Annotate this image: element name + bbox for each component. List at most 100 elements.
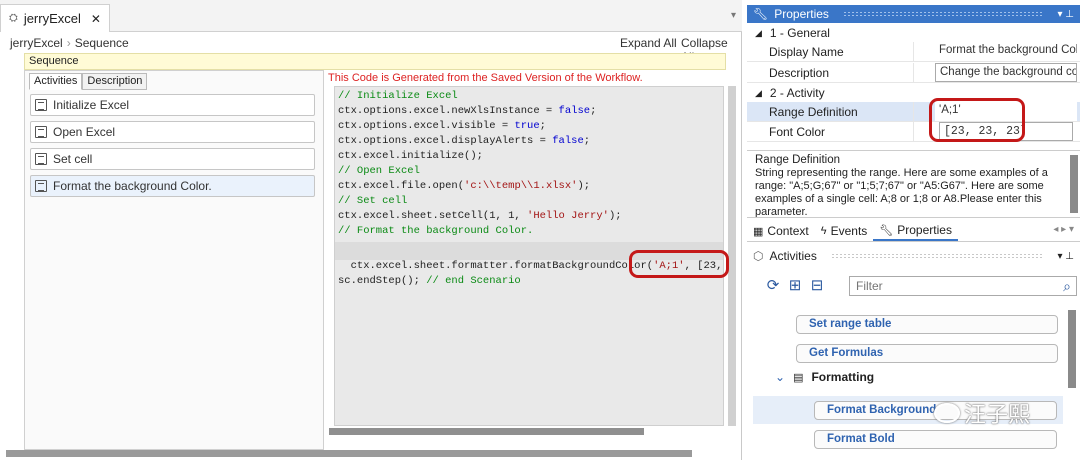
chevron-down-icon[interactable]: ▾ xyxy=(731,10,736,21)
code-line: // Open Excel xyxy=(338,165,420,177)
section-activity[interactable]: ◢ 2 - Activity xyxy=(747,84,1080,102)
refresh-icon[interactable]: ⟳ xyxy=(765,278,781,294)
step-set-cell[interactable]: Set cell xyxy=(30,148,315,170)
activities-scrollbar[interactable] xyxy=(1068,310,1076,388)
description-input[interactable]: Change the background color xyxy=(935,63,1077,82)
editor-tab-bar: ⛭ jerryExcel ✕ ▾ xyxy=(0,0,742,32)
code-comment: // end Scenario xyxy=(426,275,521,287)
code-line: ctx.excel.sheet.setCell(1, 1, 'Hello Jer… xyxy=(338,210,622,222)
property-font-color: Font Color [23, 23, 23] xyxy=(747,122,1080,142)
activities-toolbar: ⟳ ⊞ ⊟ ⌕ xyxy=(765,276,1080,298)
property-help-box: Range Definition String representing the… xyxy=(747,150,1080,218)
section-label: 2 - Activity xyxy=(769,86,825,100)
watermark: 汪子熙 xyxy=(934,397,1030,429)
property-key: Range Definition xyxy=(769,105,858,119)
property-range-definition: Range Definition 'A;1' xyxy=(747,102,1080,122)
property-key: Display Name xyxy=(769,45,844,59)
properties-header: 🔧︎ Properties ▾ ⊥ xyxy=(747,5,1080,23)
step-format-background-color[interactable]: Format the background Color. xyxy=(30,175,315,197)
code-keyword: false xyxy=(558,105,591,117)
tab-label: Context xyxy=(767,224,809,238)
column-divider xyxy=(913,102,914,122)
tab-properties[interactable]: 🔧︎ Properties xyxy=(873,221,958,241)
breadcrumb-row: jerryExcel › Sequence Expand All Collaps… xyxy=(0,32,742,64)
help-title: Range Definition xyxy=(755,154,841,166)
code-line: ctx.options.excel.visible = true; xyxy=(338,120,546,132)
activity-format-bold[interactable]: Format Bold xyxy=(814,430,1057,449)
tab-events[interactable]: ϟ Events xyxy=(815,221,874,241)
breadcrumb-separator: › xyxy=(66,36,71,50)
code-line: // Set cell xyxy=(338,195,408,207)
filter-input[interactable] xyxy=(849,276,1077,296)
cube-icon: ⬡ xyxy=(753,249,764,263)
wechat-logo-icon xyxy=(934,403,960,423)
code-keyword: true xyxy=(514,120,540,132)
code-line: ctx.options.excel.displayAlerts = false; xyxy=(338,135,591,147)
tab-label: Properties xyxy=(897,223,952,237)
search-icon[interactable]: ⌕ xyxy=(1059,278,1075,294)
collapse-tree-icon[interactable]: ⊟ xyxy=(809,278,825,294)
tab-jerryexcel[interactable]: ⛭ jerryExcel ✕ xyxy=(0,4,110,32)
wrench-icon: 🔧︎ xyxy=(879,224,894,237)
watermark-text: 汪子熙 xyxy=(964,402,1031,427)
folder-icon: ▤ xyxy=(793,371,804,384)
activities-title: Activities xyxy=(769,249,817,263)
step-label: Initialize Excel xyxy=(53,98,130,112)
code-line: // Format the background Color. xyxy=(338,225,534,237)
property-description: Description Change the background color xyxy=(747,63,1080,83)
drag-grip[interactable] xyxy=(842,11,1044,17)
column-divider xyxy=(913,63,914,83)
property-key: Description xyxy=(769,66,830,80)
code-line: ctx.options.excel.newXlsInstance = false… xyxy=(338,105,597,117)
expand-all-link[interactable]: Expand All xyxy=(620,36,677,50)
activities-panel-header: ⬡ Activities ▾ ⊥ xyxy=(747,247,1080,265)
highlight-box-properties xyxy=(929,98,1025,142)
breadcrumb-item-sequence[interactable]: Sequence xyxy=(75,36,129,50)
code-horizontal-scrollbar[interactable] xyxy=(329,428,644,435)
group-formatting[interactable]: ⌄ ▤ Formatting xyxy=(775,368,1065,386)
chevron-down-icon: ⌄ xyxy=(775,370,786,384)
step-label: Open Excel xyxy=(53,125,116,139)
column-divider xyxy=(913,122,914,142)
drag-grip[interactable] xyxy=(830,253,1044,259)
code-line: ctx.excel.initialize(); xyxy=(338,150,483,162)
step-open-excel[interactable]: Open Excel xyxy=(30,121,315,143)
help-scrollbar[interactable] xyxy=(1070,155,1078,213)
pin-icon[interactable]: ▾ ⊥ xyxy=(1057,9,1074,20)
section-general[interactable]: ◢ 1 - General xyxy=(747,24,1080,42)
tab-nav-arrows[interactable]: ◂ ▸ ▾ xyxy=(1047,221,1080,241)
tab-activities[interactable]: Activities xyxy=(29,73,83,90)
editor-horizontal-scrollbar[interactable] xyxy=(6,450,692,457)
expand-tree-icon[interactable]: ⊞ xyxy=(787,278,803,294)
group-label: Formatting xyxy=(811,370,875,384)
wrench-icon: 🔧︎ xyxy=(753,7,769,21)
pin-icon[interactable]: ▾ ⊥ xyxy=(1057,251,1074,262)
tab-description[interactable]: Description xyxy=(82,73,148,90)
section-label: 1 - General xyxy=(769,26,830,40)
activity-get-formulas[interactable]: Get Formulas xyxy=(796,344,1058,363)
code-line: sc.endStep(); // end Scenario xyxy=(338,275,521,287)
table-icon: ▦ xyxy=(753,225,764,238)
activity-icon xyxy=(35,180,47,192)
code-string: 'Hello Jerry' xyxy=(527,210,609,222)
close-icon[interactable]: ✕ xyxy=(91,12,101,26)
code-keyword: false xyxy=(552,135,584,147)
activity-set-range-table[interactable]: Set range table xyxy=(796,315,1058,334)
bottom-tab-bar: ▦ Context ϟ Events 🔧︎ Properties ◂ ▸ ▾ xyxy=(747,221,1080,242)
right-side-panel: 🔧︎ Properties ▾ ⊥ ◢ 1 - General Display … xyxy=(747,0,1080,460)
activity-icon xyxy=(35,126,47,138)
tab-title: jerryExcel xyxy=(23,11,81,26)
property-value[interactable]: Format the background Color. xyxy=(935,42,1077,61)
workflow-icon: ⛭ xyxy=(9,12,18,24)
step-initialize-excel[interactable]: Initialize Excel xyxy=(30,94,315,116)
tab-context[interactable]: ▦ Context xyxy=(747,221,815,241)
breadcrumb-item-root[interactable]: jerryExcel xyxy=(10,36,63,50)
step-label: Set cell xyxy=(53,152,93,166)
activity-icon xyxy=(35,153,47,165)
collapse-triangle-icon: ◢ xyxy=(755,27,762,38)
code-vertical-scrollbar[interactable] xyxy=(728,86,736,426)
step-label: Format the background Color. xyxy=(53,179,212,193)
code-string: 'c:\\temp\\1.xlsx' xyxy=(464,180,578,192)
highlight-box-code-args xyxy=(629,250,729,278)
generated-code-panel: This Code is Generated from the Saved Ve… xyxy=(326,70,736,438)
